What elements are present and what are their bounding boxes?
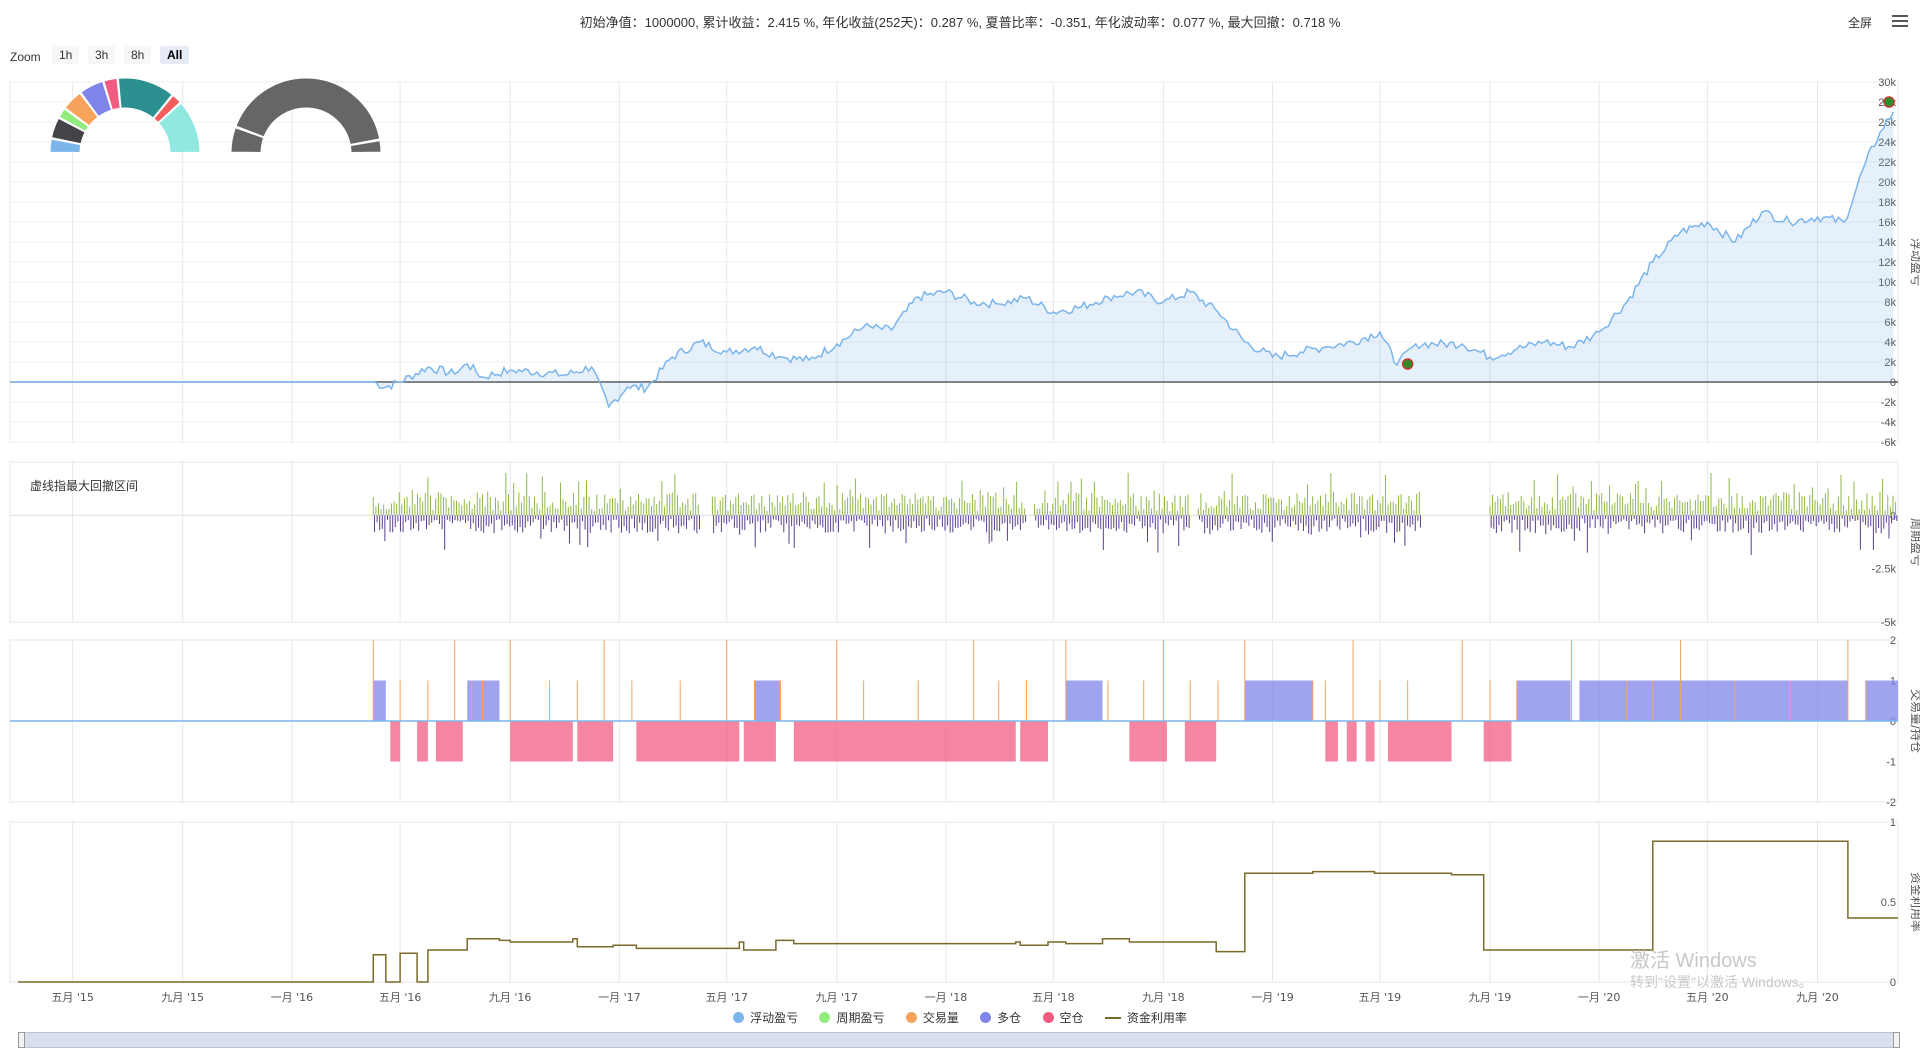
short-position-bar (1346, 721, 1357, 762)
short-position-bar (1020, 721, 1048, 762)
drawdown-note: 虚线指最大回撤区间 (30, 478, 138, 493)
x-tick-label: 五月 '17 (705, 991, 748, 1004)
legend-label: 浮动盈亏 (750, 1011, 799, 1025)
short-position-bar (743, 721, 776, 762)
y-axis-title: 交易量/持仓 (1909, 689, 1920, 753)
peak-marker (1883, 96, 1895, 108)
short-position-bar (1483, 721, 1512, 762)
short-position-bar (577, 721, 614, 762)
x-tick-label: 五月 '16 (379, 991, 422, 1004)
x-tick-label: 一月 '20 (1578, 991, 1621, 1004)
x-tick-label: 一月 '17 (598, 991, 641, 1004)
short-position-bar (417, 721, 428, 762)
x-tick-label: 五月 '20 (1686, 991, 1729, 1004)
short-position-bar (1184, 721, 1217, 762)
y-tick-label: -6k (1881, 437, 1897, 449)
chart-legend: 浮动盈亏 周期盈亏 交易量 多仓 空仓 资金利用率 (0, 1009, 1920, 1026)
y-tick-label: -2.5k (1872, 564, 1897, 576)
legend-item-period-pnl[interactable]: 周期盈亏 (819, 1009, 884, 1026)
legend-marker (733, 1012, 745, 1023)
x-tick-label: 九月 '16 (489, 991, 532, 1004)
navigator-left-handle[interactable] (18, 1032, 25, 1048)
navigator-scrollbar[interactable] (18, 1032, 1900, 1048)
legend-label: 多仓 (997, 1011, 1022, 1025)
x-tick-label: 五月 '18 (1032, 991, 1075, 1004)
x-tick-label: 五月 '19 (1359, 991, 1402, 1004)
legend-label: 周期盈亏 (836, 1011, 885, 1025)
long-position-bar (373, 680, 386, 721)
y-tick-label: -5k (1881, 617, 1897, 629)
long-position-bar (1244, 680, 1313, 721)
legend-item-long[interactable]: 多仓 (980, 1009, 1021, 1026)
activation-watermark-title: 激活 Windows (1630, 950, 1757, 972)
x-tick-label: 九月 '17 (816, 991, 859, 1004)
legend-marker (905, 1012, 917, 1023)
short-position-bar (636, 721, 740, 762)
floating-pnl-area (373, 112, 1894, 407)
long-position-bar (754, 680, 781, 721)
legend-item-volume[interactable]: 交易量 (905, 1009, 959, 1026)
legend-label: 空仓 (1059, 1011, 1084, 1025)
y-axis-title: 周期盈亏 (1909, 518, 1920, 566)
x-tick-label: 九月 '15 (161, 991, 204, 1004)
long-position-bar (1065, 680, 1103, 721)
y-tick-label: -1 (1886, 757, 1896, 769)
y-tick-label: -2k (1881, 397, 1897, 409)
x-tick-label: 九月 '19 (1469, 991, 1512, 1004)
short-position-bar (1365, 721, 1375, 762)
x-tick-label: 一月 '16 (271, 991, 314, 1004)
y-tick-label: -4k (1881, 417, 1897, 429)
short-position-bar (1387, 721, 1452, 762)
legend-marker (819, 1012, 831, 1023)
short-position-bar (390, 721, 401, 762)
x-tick-label: 五月 '15 (51, 991, 94, 1004)
donut-slice (235, 77, 381, 146)
legend-marker (1104, 1017, 1121, 1019)
long-position-bar (1865, 680, 1898, 721)
navigator-right-handle[interactable] (1893, 1032, 1900, 1048)
panel-frame-1 (9, 461, 1899, 623)
short-position-bar (1129, 721, 1167, 762)
activation-watermark-subtitle: 转到"设置"以激活 Windows。 (1630, 974, 1813, 990)
x-tick-label: 九月 '20 (1796, 991, 1839, 1004)
legend-marker (980, 1012, 992, 1023)
x-tick-label: 九月 '18 (1142, 991, 1185, 1004)
legend-item-utilization[interactable]: 资金利用率 (1104, 1009, 1187, 1026)
legend-label: 资金利用率 (1126, 1011, 1187, 1025)
y-axis-title: 资金利用率 (1909, 872, 1920, 932)
short-position-bar (1325, 721, 1338, 762)
y-axis-title: 浮动盈亏 (1909, 238, 1920, 286)
legend-item-short[interactable]: 空仓 (1042, 1009, 1084, 1026)
y-tick-label: 0 (1890, 977, 1896, 989)
capital-utilization-line (18, 840, 1898, 983)
long-position-bar (1516, 680, 1571, 721)
y-tick-label: 2 (1890, 635, 1896, 647)
y-tick-label: 0.5 (1881, 897, 1896, 909)
y-tick-label: 30k (1878, 77, 1896, 89)
win-loss-donut (230, 77, 382, 153)
short-position-bar (435, 721, 463, 762)
short-position-bar (510, 721, 573, 762)
panel-frame-3 (9, 821, 1899, 983)
legend-marker (1042, 1012, 1054, 1023)
y-tick-label: 1 (1890, 817, 1896, 829)
short-position-bar (793, 721, 1016, 762)
x-tick-label: 一月 '18 (925, 991, 968, 1004)
x-tick-label: 一月 '19 (1251, 991, 1294, 1004)
max-drawdown-low-marker (1401, 358, 1414, 370)
long-position-bar (1579, 680, 1848, 721)
legend-label: 交易量 (922, 1011, 959, 1025)
y-tick-label: -2 (1886, 797, 1896, 809)
legend-item-floating-pnl[interactable]: 浮动盈亏 (733, 1009, 798, 1026)
backtest-chart[interactable]: 30k28k26k24k22k20k18k16k14k12k10k8k6k4k2… (0, 0, 1920, 1030)
